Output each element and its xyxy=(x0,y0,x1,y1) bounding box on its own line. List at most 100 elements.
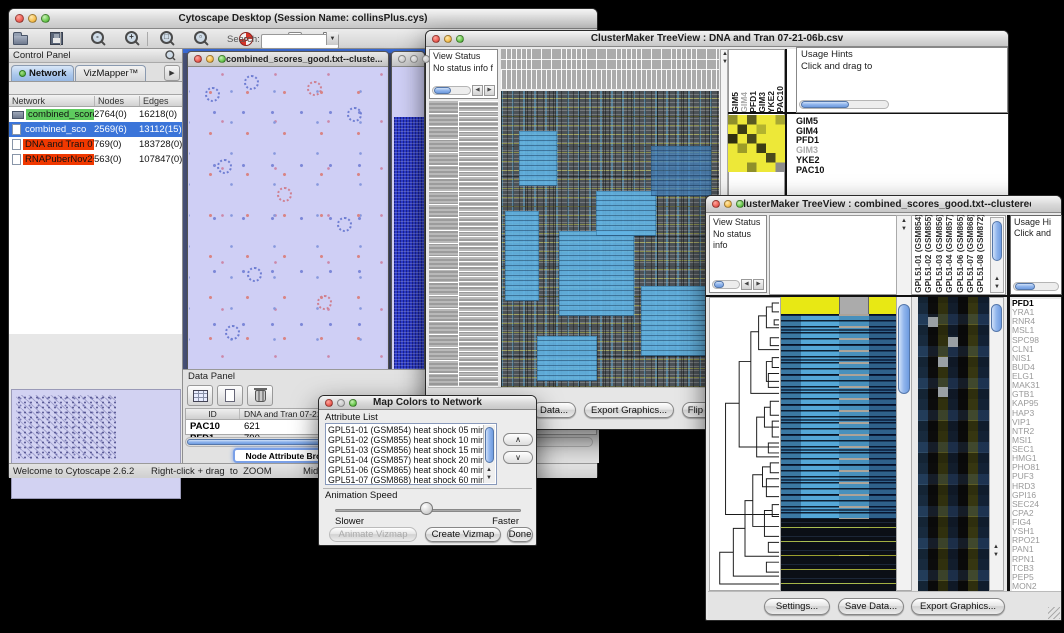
create-attribute-button[interactable] xyxy=(217,385,243,406)
scroll-left-button[interactable]: ◀ xyxy=(741,279,752,290)
minimize-button[interactable] xyxy=(337,399,345,407)
open-file-button[interactable] xyxy=(13,30,28,48)
tv1-titlebar[interactable]: ClusterMaker TreeView : DNA and Tran 07-… xyxy=(426,31,1008,47)
settings-button[interactable]: Settings... xyxy=(764,598,830,615)
array-label[interactable]: GPL51-03 (GSM856) xyxy=(934,215,944,293)
attribute-item[interactable]: GPL51-07 (GSM868) heat shock 60 min xyxy=(328,475,482,485)
array-label[interactable]: PAC10 xyxy=(776,86,784,113)
array-label[interactable]: GPL51-08 (GSM872) xyxy=(975,215,985,293)
zoom-button[interactable] xyxy=(456,35,464,43)
export-graphics-button[interactable]: Export Graphics... xyxy=(911,598,1005,615)
array-label[interactable]: GPL51-07 (GSM868) xyxy=(965,215,975,293)
scrollbar-thumb[interactable] xyxy=(991,304,1002,332)
tab-vizmapper[interactable]: VizMapper™ xyxy=(75,65,146,81)
tv1-column-dendrogram[interactable] xyxy=(501,49,719,89)
scroll-up-icon[interactable]: ▲ xyxy=(901,218,907,225)
network-canvas-2[interactable] xyxy=(393,67,423,371)
save-data-button[interactable]: Save Data... xyxy=(838,598,904,615)
move-up-button[interactable]: ∧ xyxy=(503,433,533,446)
zoom-button[interactable] xyxy=(218,55,226,63)
tv1-similarity-matrix[interactable] xyxy=(728,115,785,172)
move-down-button[interactable]: ∨ xyxy=(503,451,533,464)
attribute-list-scrollbar[interactable]: ▲ ▼ xyxy=(483,425,495,483)
minimize-button[interactable] xyxy=(724,200,732,208)
minimize-button[interactable] xyxy=(410,55,418,63)
zoom-out-button[interactable]: - xyxy=(91,30,106,48)
network-row[interactable]: DNA and Tran 07 769(0) 183728(0) xyxy=(9,137,182,152)
slider-thumb[interactable] xyxy=(420,502,433,515)
zoom-fit-button[interactable]: □ xyxy=(160,30,175,48)
scroll-up-icon[interactable]: ▲ xyxy=(993,544,999,551)
minimize-button[interactable] xyxy=(206,55,214,63)
network-canvas[interactable] xyxy=(189,67,387,371)
tv2-zoom-scrollbar[interactable]: ▲ ▼ xyxy=(989,297,1004,591)
tv2-heatmap-scrollbar[interactable]: ▲ ▼ xyxy=(896,215,912,591)
close-button[interactable] xyxy=(325,399,333,407)
close-button[interactable] xyxy=(15,14,24,23)
attribute-item[interactable]: GPL51-06 (GSM865) heat shock 40 min xyxy=(328,465,482,475)
resize-grip[interactable] xyxy=(1048,607,1060,619)
array-label[interactable]: GPL51-01 (GSM854) xyxy=(913,215,923,293)
gene-label[interactable]: PAC10 xyxy=(796,166,842,176)
tv2-label-scrollbar[interactable]: ▲ ▼ xyxy=(990,217,1004,293)
done-button[interactable]: Done xyxy=(507,527,533,542)
tv2-status-scrollbar[interactable]: ◀ ▶ xyxy=(712,279,764,290)
scrollbar-thumb[interactable] xyxy=(1015,283,1035,290)
save-button[interactable] xyxy=(50,30,63,48)
col-nodes[interactable]: Nodes xyxy=(94,96,139,106)
main-titlebar[interactable]: Cytoscape Desktop (Session Name: collins… xyxy=(9,9,597,29)
tv2-usage-scrollbar[interactable] xyxy=(1013,281,1059,292)
zoom-in-button[interactable]: + xyxy=(125,30,140,48)
zoom-button[interactable] xyxy=(41,14,50,23)
zoom-button[interactable] xyxy=(349,399,357,407)
scrollbar-thumb[interactable] xyxy=(898,304,910,394)
tv1-status-scrollbar[interactable]: ◀ ▶ xyxy=(432,85,495,96)
scroll-left-button[interactable]: ◀ xyxy=(472,85,483,96)
network-view-titlebar[interactable]: combined_scores_good.txt--cluste... xyxy=(188,52,388,67)
save-data-button[interactable]: Data... xyxy=(532,402,576,418)
tv1-row-dendrogram[interactable] xyxy=(429,101,498,387)
scroll-right-button[interactable]: ▶ xyxy=(484,85,495,96)
id-column-header[interactable]: ID xyxy=(186,409,240,419)
zoom-selected-button[interactable]: ▫ xyxy=(194,30,209,48)
zoom-button[interactable] xyxy=(736,200,744,208)
attribute-item[interactable]: GPL51-01 (GSM854) heat shock 05 min xyxy=(328,425,482,435)
close-button[interactable] xyxy=(432,35,440,43)
search-dropdown-arrow[interactable]: ▼ xyxy=(326,32,338,45)
attribute-list[interactable]: GPL51-01 (GSM854) heat shock 05 minGPL51… xyxy=(325,423,497,485)
scroll-down-icon[interactable]: ▼ xyxy=(486,475,492,482)
scroll-up-icon[interactable]: ▲ xyxy=(994,276,1000,283)
tab-network[interactable]: Network xyxy=(11,65,74,81)
tv2-heatmap[interactable] xyxy=(781,314,896,591)
tv2-zoom-heatmap[interactable] xyxy=(918,297,989,591)
create-vizmap-button[interactable]: Create Vizmap xyxy=(425,527,501,542)
network-row[interactable]: combined_sco 2569(6) 13112(15) xyxy=(9,122,182,137)
attribute-item[interactable]: GPL51-04 (GSM857) heat shock 20 min xyxy=(328,455,482,465)
scrollbar-thumb[interactable] xyxy=(992,221,1002,261)
array-label[interactable]: GPL51-04 (GSM857) xyxy=(944,215,954,293)
birdseye-view[interactable] xyxy=(11,389,181,499)
tv1-heatmap[interactable] xyxy=(501,91,719,387)
export-graphics-button[interactable]: Export Graphics... xyxy=(584,402,674,418)
close-button[interactable] xyxy=(712,200,720,208)
scroll-right-button[interactable]: ▶ xyxy=(753,279,764,290)
tab-overflow-button[interactable]: ▶ xyxy=(164,65,180,81)
scroll-down-icon[interactable]: ▼ xyxy=(994,284,1000,291)
dialog-titlebar[interactable]: Map Colors to Network xyxy=(319,396,536,410)
scrollbar-thumb[interactable] xyxy=(714,281,724,288)
array-label[interactable]: GPL51-06 (GSM865) xyxy=(955,215,965,293)
tv1-usage-scrollbar[interactable] xyxy=(799,99,889,110)
tv2-titlebar[interactable]: ClusterMaker TreeView : combined_scores_… xyxy=(706,196,1061,213)
scroll-down-icon[interactable]: ▼ xyxy=(901,226,907,233)
zoom-button[interactable] xyxy=(422,55,430,63)
col-edges[interactable]: Edges xyxy=(139,96,182,106)
minimize-button[interactable] xyxy=(28,14,37,23)
scroll-down-icon[interactable]: ▼ xyxy=(993,552,999,559)
scroll-up-icon[interactable]: ▲ xyxy=(486,467,492,474)
attribute-item[interactable]: GPL51-03 (GSM856) heat shock 15 min xyxy=(328,445,482,455)
scrollbar-thumb[interactable] xyxy=(485,427,494,463)
network-row[interactable]: RNAPuberNov2+ 563(0) 107847(0) xyxy=(9,152,182,167)
gene-label[interactable]: MON2 xyxy=(1012,582,1061,591)
attribute-item[interactable]: GPL51-02 (GSM855) heat shock 10 min xyxy=(328,435,482,445)
select-attributes-button[interactable] xyxy=(187,385,213,406)
